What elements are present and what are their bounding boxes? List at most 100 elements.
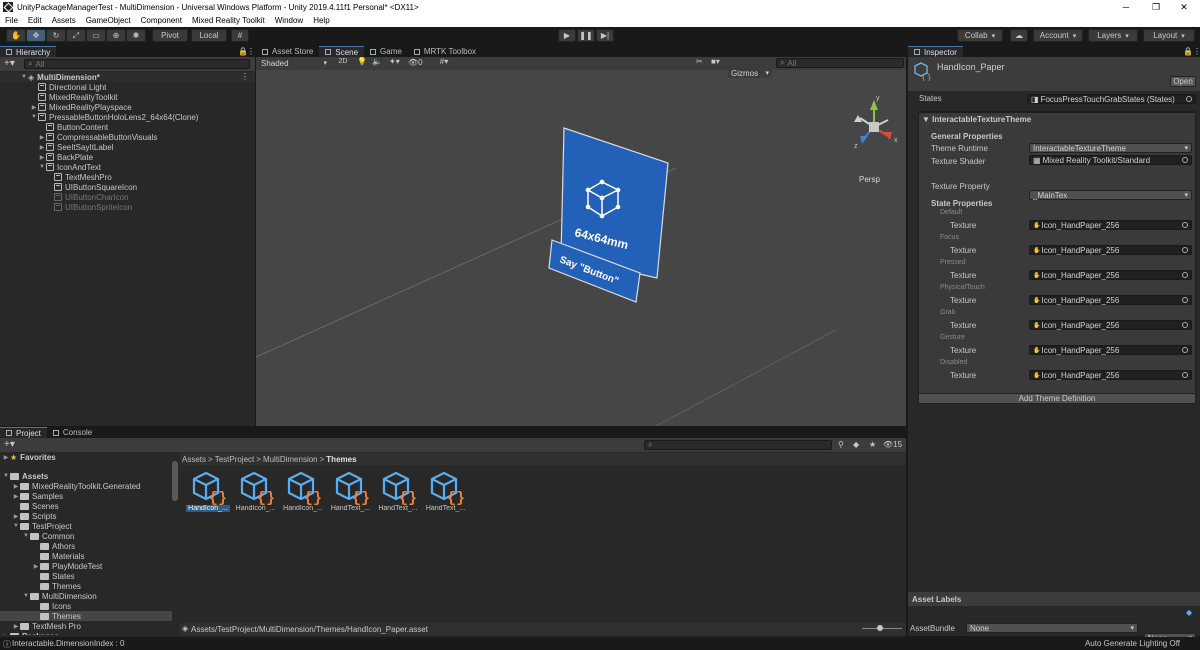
- tab-inspector[interactable]: Inspector: [908, 46, 963, 57]
- audio-icon[interactable]: 🔈: [372, 57, 382, 66]
- tab-hierarchy[interactable]: Hierarchy: [0, 46, 57, 57]
- hierarchy-item[interactable]: TextMeshPro: [0, 172, 255, 182]
- object-picker-icon[interactable]: [1182, 347, 1188, 353]
- add-object-button[interactable]: +▾: [4, 58, 15, 69]
- texture-object-field[interactable]: ✋ Icon_HandPaper_256: [1029, 295, 1192, 305]
- asset-item[interactable]: {} HandText_...: [424, 471, 468, 515]
- hierarchy-item[interactable]: MixedRealityToolkit: [0, 92, 255, 102]
- expand-arrow-icon[interactable]: ▶: [2, 633, 10, 636]
- texture-shader-field[interactable]: ▦ Mixed Reality Toolkit/Standard: [1029, 155, 1192, 165]
- menu-file[interactable]: File: [0, 16, 23, 25]
- texture-object-field[interactable]: ✋ Icon_HandPaper_256: [1029, 370, 1192, 380]
- expand-arrow-icon[interactable]: ▶: [30, 104, 38, 111]
- object-picker-icon[interactable]: [1182, 272, 1188, 278]
- expand-arrow-icon[interactable]: ▶: [12, 483, 20, 490]
- asset-item[interactable]: {} HandIcon_...: [281, 471, 325, 515]
- object-picker-icon[interactable]: [1182, 372, 1188, 378]
- hidden-packages-toggle[interactable]: 👁15: [883, 440, 902, 449]
- expand-arrow-icon[interactable]: ▶: [12, 513, 20, 520]
- hierarchy-item[interactable]: UIButtonSquareIcon: [0, 182, 255, 192]
- menu-edit[interactable]: Edit: [23, 16, 47, 25]
- rect-tool-button[interactable]: ▭: [86, 29, 106, 42]
- expand-arrow-icon[interactable]: ▶: [38, 134, 46, 141]
- tab-project[interactable]: Project: [0, 427, 47, 438]
- texture-object-field[interactable]: ✋ Icon_HandPaper_256: [1029, 245, 1192, 255]
- search-by-label-icon[interactable]: ◆: [853, 440, 859, 449]
- move-tool-button[interactable]: ✥: [26, 29, 46, 42]
- tab-scene[interactable]: Scene: [319, 46, 365, 57]
- expand-arrow-icon[interactable]: ▶: [38, 144, 46, 151]
- folder-tree-item[interactable]: Materials: [0, 551, 172, 561]
- menu-gameobject[interactable]: GameObject: [81, 16, 136, 25]
- scene-root-row[interactable]: ▼ ◈ MultiDimension* ⋮: [0, 72, 255, 82]
- menu-help[interactable]: Help: [308, 16, 334, 25]
- expand-arrow-icon[interactable]: ▼: [30, 114, 38, 120]
- account-dropdown[interactable]: Account: [1033, 29, 1083, 42]
- scene-viewport[interactable]: 64x64mm Say "Button" y x z Persp: [256, 70, 906, 426]
- hand-tool-button[interactable]: ✋: [6, 29, 26, 42]
- expand-arrow-icon[interactable]: ▼: [12, 523, 20, 529]
- step-button[interactable]: ▶|: [596, 29, 614, 42]
- custom-tool-button[interactable]: ✱: [126, 29, 146, 42]
- breadcrumb-item[interactable]: Assets: [182, 455, 206, 464]
- object-picker-icon[interactable]: [1186, 96, 1192, 102]
- texture-object-field[interactable]: ✋ Icon_HandPaper_256: [1029, 220, 1192, 230]
- breadcrumb-item[interactable]: Themes: [326, 455, 356, 464]
- hierarchy-item[interactable]: ButtonContent: [0, 122, 255, 132]
- folder-tree-item[interactable]: ▶ TextMesh Pro: [0, 621, 172, 631]
- project-search-input[interactable]: ⌕: [644, 440, 832, 450]
- hierarchy-item[interactable]: ▶ CompressableButtonVisuals: [0, 132, 255, 142]
- scene-search-input[interactable]: ⌕ All: [776, 58, 904, 68]
- expand-arrow-icon[interactable]: ▶: [32, 563, 40, 570]
- status-message[interactable]: Interactable.DimensionIndex : 0: [12, 639, 125, 648]
- play-button[interactable]: ▶: [558, 29, 576, 42]
- folder-tree-item[interactable]: Themes: [0, 581, 172, 591]
- minimize-button[interactable]: ─: [1110, 0, 1142, 14]
- folder-tree-item[interactable]: ▶ Scripts: [0, 511, 172, 521]
- folder-tree-item[interactable]: ▶ MixedRealityToolkit.Generated: [0, 481, 172, 491]
- menu-mixed-reality-toolkit[interactable]: Mixed Reality Toolkit: [187, 16, 270, 25]
- lock-icon[interactable]: 🔒: [1183, 47, 1193, 56]
- hierarchy-item[interactable]: UIButtonSpriteIcon: [0, 202, 255, 212]
- collab-dropdown[interactable]: Collab: [957, 29, 1003, 42]
- object-picker-icon[interactable]: [1182, 157, 1188, 163]
- hierarchy-item[interactable]: ▶ BackPlate: [0, 152, 255, 162]
- scene-menu-icon[interactable]: ⋮: [241, 72, 249, 81]
- folder-tree-item[interactable]: ▼ TestProject: [0, 521, 172, 531]
- tab-asset-store[interactable]: Asset Store: [256, 46, 320, 57]
- folder-tree-item[interactable]: ▼ MultiDimension: [0, 591, 172, 601]
- folder-tree-item[interactable]: ▶ Samples: [0, 491, 172, 501]
- folder-tree-item[interactable]: States: [0, 571, 172, 581]
- folder-tree-item[interactable]: Icons: [0, 601, 172, 611]
- perspective-label[interactable]: Persp: [859, 175, 880, 184]
- panel-menu-icon[interactable]: ⋮: [247, 47, 255, 56]
- folder-tree-item[interactable]: ▼ Assets: [0, 471, 172, 481]
- pause-button[interactable]: ❚❚: [577, 29, 595, 42]
- search-by-type-icon[interactable]: ⚲: [838, 440, 844, 449]
- object-picker-icon[interactable]: [1182, 247, 1188, 253]
- close-button[interactable]: ✕: [1168, 0, 1200, 14]
- transform-tool-button[interactable]: ⊕: [106, 29, 126, 42]
- hierarchy-item[interactable]: Directional Light: [0, 82, 255, 92]
- tree-scrollbar[interactable]: [172, 461, 178, 501]
- states-object-field[interactable]: ◨ FocusPressTouchGrabStates (States): [1027, 94, 1196, 104]
- create-asset-button[interactable]: +▾: [4, 439, 15, 450]
- folder-tree-item[interactable]: ▼ Common: [0, 531, 172, 541]
- hierarchy-item[interactable]: ▶ MixedRealityPlayspace: [0, 102, 255, 112]
- hidden-objects-toggle[interactable]: 👁0: [408, 58, 423, 67]
- grid-visibility-dropdown[interactable]: #▾: [435, 57, 453, 69]
- scene-orientation-gizmo[interactable]: y x z: [854, 95, 898, 150]
- favorites-row[interactable]: ▶ ★ Favorites: [0, 453, 172, 462]
- lighting-icon[interactable]: 💡: [357, 57, 367, 66]
- menu-assets[interactable]: Assets: [47, 16, 81, 25]
- add-theme-definition-button[interactable]: Add Theme Definition: [918, 393, 1196, 404]
- grid-snap-button[interactable]: #: [231, 29, 249, 42]
- mode-2d-toggle[interactable]: 2D: [336, 58, 350, 68]
- label-tag-icon[interactable]: ◆: [1186, 608, 1192, 617]
- tab-game[interactable]: Game: [364, 46, 408, 57]
- texture-object-field[interactable]: ✋ Icon_HandPaper_256: [1029, 270, 1192, 280]
- hierarchy-item[interactable]: ▼ PressableButtonHoloLens2_64x64(Clone): [0, 112, 255, 122]
- asset-item[interactable]: {} HandText_...: [329, 471, 373, 515]
- object-picker-icon[interactable]: [1182, 322, 1188, 328]
- rotate-tool-button[interactable]: ↻: [46, 29, 66, 42]
